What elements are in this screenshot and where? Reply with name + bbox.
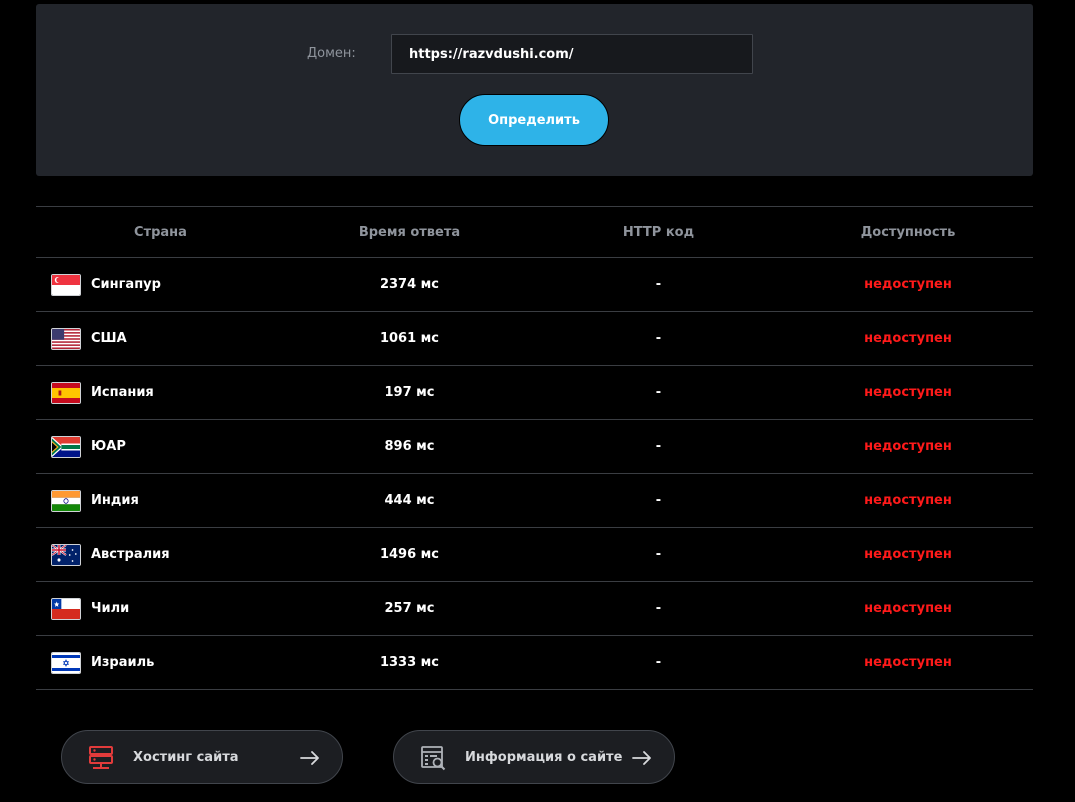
country-cell: Сингапур [36,258,285,311]
table-row: Испания 197 мс - недоступен [36,366,1033,420]
country-name: ЮАР [91,439,126,454]
country-cell: Испания [36,366,285,419]
country-cell: Израиль [36,636,285,689]
domain-form-panel: Домен: Определить [36,4,1033,176]
country-cell: Индия [36,474,285,527]
http-code: - [655,277,662,292]
response-time: 1061 мс [379,331,440,346]
india-flag-icon [51,489,81,512]
response-time: 1333 мс [379,655,440,670]
availability-status: недоступен [864,439,952,454]
http-code: - [655,331,662,346]
availability-status: недоступен [864,547,952,562]
country-name: Чили [91,601,130,616]
country-name: Индия [91,493,139,508]
results-table: Страна Время ответа HTTP код Доступность… [36,206,1033,690]
south-africa-flag-icon [51,435,81,458]
spain-flag-icon [51,381,81,404]
http-code: - [655,385,662,400]
server-icon [88,745,114,771]
http-code: - [655,547,662,562]
response-time: 896 мс [384,439,435,454]
availability-status: недоступен [864,385,952,400]
response-time: 1496 мс [379,547,440,562]
availability-status: недоступен [864,277,952,292]
table-header: Страна Время ответа HTTP код Доступность [36,207,1033,258]
header-availability: Доступность [860,224,956,240]
hosting-button[interactable]: Хостинг сайта [61,730,343,784]
country-name: Израиль [91,655,155,670]
header-http-code: HTTP код [622,224,695,240]
table-row: Австралия 1496 мс - недоступен [36,528,1033,582]
country-name: Испания [91,385,154,400]
table-row: США 1061 мс - недоступен [36,312,1033,366]
country-cell: ЮАР [36,420,285,473]
http-code: - [655,493,662,508]
arrow-right-icon [300,748,320,768]
http-code: - [655,439,662,454]
israel-flag-icon [51,651,81,674]
http-code: - [655,601,662,616]
country-name: Австралия [91,547,170,562]
response-time: 197 мс [384,385,435,400]
availability-status: недоступен [864,331,952,346]
country-name: США [91,331,127,346]
table-row: Израиль 1333 мс - недоступен [36,636,1033,690]
site-info-button[interactable]: Информация о сайте [393,730,675,784]
hosting-button-label: Хостинг сайта [133,750,239,765]
country-cell: Чили [36,582,285,635]
table-row: ЮАР 896 мс - недоступен [36,420,1033,474]
availability-status: недоступен [864,601,952,616]
country-name: Сингапур [91,277,161,292]
domain-input[interactable] [391,34,753,74]
country-cell: США [36,312,285,365]
table-row: Сингапур 2374 мс - недоступен [36,258,1033,312]
http-code: - [655,655,662,670]
usa-flag-icon [51,327,81,350]
table-row: Чили 257 мс - недоступен [36,582,1033,636]
table-row: Индия 444 мс - недоступен [36,474,1033,528]
determine-button[interactable]: Определить [459,94,609,146]
arrow-right-icon [632,748,652,768]
response-time: 444 мс [384,493,435,508]
response-time: 257 мс [384,601,435,616]
singapore-flag-icon [51,273,81,296]
chile-flag-icon [51,597,81,620]
domain-label: Домен: [307,46,356,61]
header-response-time: Время ответа [358,224,461,240]
availability-status: недоступен [864,655,952,670]
australia-flag-icon [51,543,81,566]
country-cell: Австралия [36,528,285,581]
header-country: Страна [134,224,187,240]
availability-status: недоступен [864,493,952,508]
site-info-button-label: Информация о сайте [465,750,623,765]
response-time: 2374 мс [379,277,440,292]
site-info-icon [420,745,446,771]
